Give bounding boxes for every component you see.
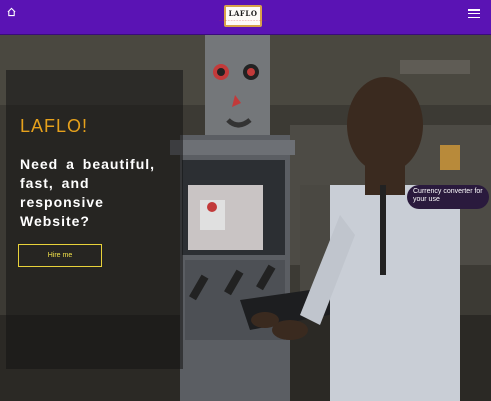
- currency-converter-button[interactable]: Currency converter for your use: [407, 185, 489, 209]
- logo-subtext: ~~~~~~~~~~~~~~~~~: [219, 18, 267, 22]
- logo-text: LAFLO: [228, 9, 258, 18]
- site-logo[interactable]: LAFLO ~~~~~~~~~~~~~~~~~: [219, 5, 267, 27]
- top-navbar: LAFLO ~~~~~~~~~~~~~~~~~: [0, 0, 491, 35]
- hire-me-button[interactable]: Hire me: [18, 244, 102, 267]
- brand-title: LAFLO!: [20, 116, 89, 136]
- hero-headline: Need a beautiful, fast, and responsive W…: [20, 156, 156, 229]
- home-icon[interactable]: [7, 7, 16, 17]
- hamburger-menu-icon[interactable]: [468, 9, 480, 19]
